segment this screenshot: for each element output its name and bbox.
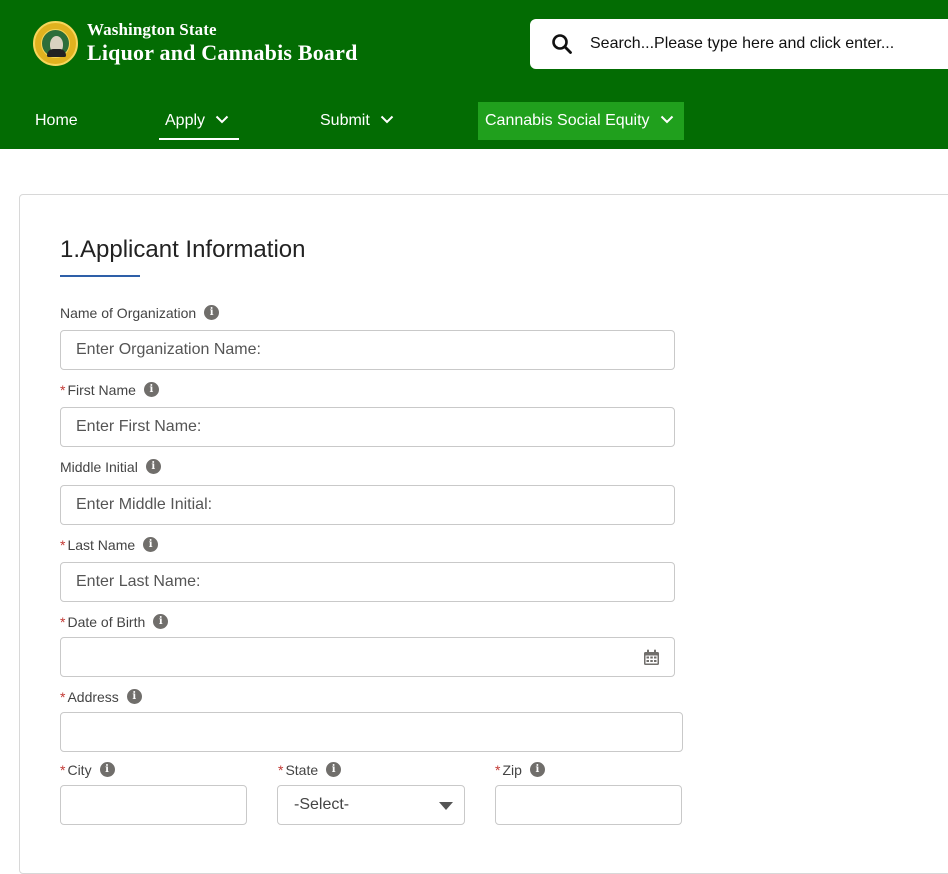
organization-label-text: Name of Organization xyxy=(60,305,197,321)
info-icon[interactable]: i xyxy=(143,537,159,553)
state-select-value: -Select- xyxy=(294,796,350,813)
brand-line-1[interactable]: Washington State xyxy=(87,20,217,40)
required-marker: * xyxy=(60,762,66,778)
state-label-text: State xyxy=(285,762,319,778)
middle-initial-label-text: Middle Initial xyxy=(60,459,138,475)
chevron-down-icon xyxy=(381,115,394,124)
required-marker: * xyxy=(278,762,284,778)
date-of-birth-input[interactable] xyxy=(60,637,675,677)
chevron-down-icon xyxy=(660,115,674,124)
info-icon[interactable]: i xyxy=(143,382,159,398)
last-name-input[interactable] xyxy=(60,562,675,602)
city-label-text: City xyxy=(67,762,92,778)
last-name-label-text: Last Name xyxy=(67,537,136,553)
info-icon[interactable]: i xyxy=(145,459,161,475)
nav-apply[interactable]: Apply xyxy=(159,102,239,140)
info-icon[interactable]: i xyxy=(99,762,115,778)
required-marker: * xyxy=(60,537,66,553)
section-title-underline xyxy=(60,275,140,277)
required-marker: * xyxy=(60,689,66,705)
dob-label-text: Date of Birth xyxy=(67,614,146,630)
middle-initial-label: Middle Initial i xyxy=(60,459,161,475)
organization-name-input[interactable] xyxy=(60,330,675,370)
nav-home[interactable]: Home xyxy=(35,102,78,140)
city-label: * City i xyxy=(60,762,115,778)
address-label-text: Address xyxy=(67,689,119,705)
info-icon[interactable]: i xyxy=(326,762,342,778)
nav-submit[interactable]: Submit xyxy=(320,102,394,140)
first-name-label-text: First Name xyxy=(67,382,136,398)
search-icon[interactable] xyxy=(551,33,573,55)
info-icon[interactable]: i xyxy=(529,762,545,778)
zip-label-text: Zip xyxy=(502,762,522,778)
city-input[interactable] xyxy=(60,785,247,825)
first-name-input[interactable] xyxy=(60,407,675,447)
required-marker: * xyxy=(60,382,66,398)
required-marker: * xyxy=(60,614,66,630)
address-input[interactable] xyxy=(60,712,683,752)
last-name-label: * Last Name i xyxy=(60,537,159,553)
middle-initial-input[interactable] xyxy=(60,485,675,525)
chevron-down-icon xyxy=(216,115,229,124)
calendar-icon[interactable] xyxy=(643,649,660,666)
zip-label: * Zip i xyxy=(495,762,545,778)
site-header: Washington State Liquor and Cannabis Boa… xyxy=(0,0,948,149)
nav-apply-label: Apply xyxy=(165,112,206,129)
first-name-label: * First Name i xyxy=(60,382,159,398)
search-input[interactable] xyxy=(590,27,948,61)
search-box xyxy=(530,19,948,69)
caret-down-icon xyxy=(439,802,453,810)
nav-home-label: Home xyxy=(35,112,78,129)
dob-label: * Date of Birth i xyxy=(60,614,169,630)
section-title: 1.Applicant Information xyxy=(60,236,306,263)
washington-state-seal-icon[interactable] xyxy=(33,21,78,66)
required-marker: * xyxy=(495,762,501,778)
nav-equity-label: Cannabis Social Equity xyxy=(485,112,650,129)
info-icon[interactable]: i xyxy=(126,689,142,705)
form-card xyxy=(19,194,948,874)
state-label: * State i xyxy=(278,762,342,778)
nav-cannabis-social-equity[interactable]: Cannabis Social Equity xyxy=(478,102,684,140)
info-icon[interactable]: i xyxy=(153,614,169,630)
brand-line-2[interactable]: Liquor and Cannabis Board xyxy=(87,40,358,66)
address-label: * Address i xyxy=(60,689,142,705)
organization-label: Name of Organization i xyxy=(60,305,220,321)
state-select[interactable]: -Select- xyxy=(277,785,465,825)
zip-input[interactable] xyxy=(495,785,682,825)
info-icon[interactable]: i xyxy=(204,305,220,321)
nav-submit-label: Submit xyxy=(320,112,370,129)
